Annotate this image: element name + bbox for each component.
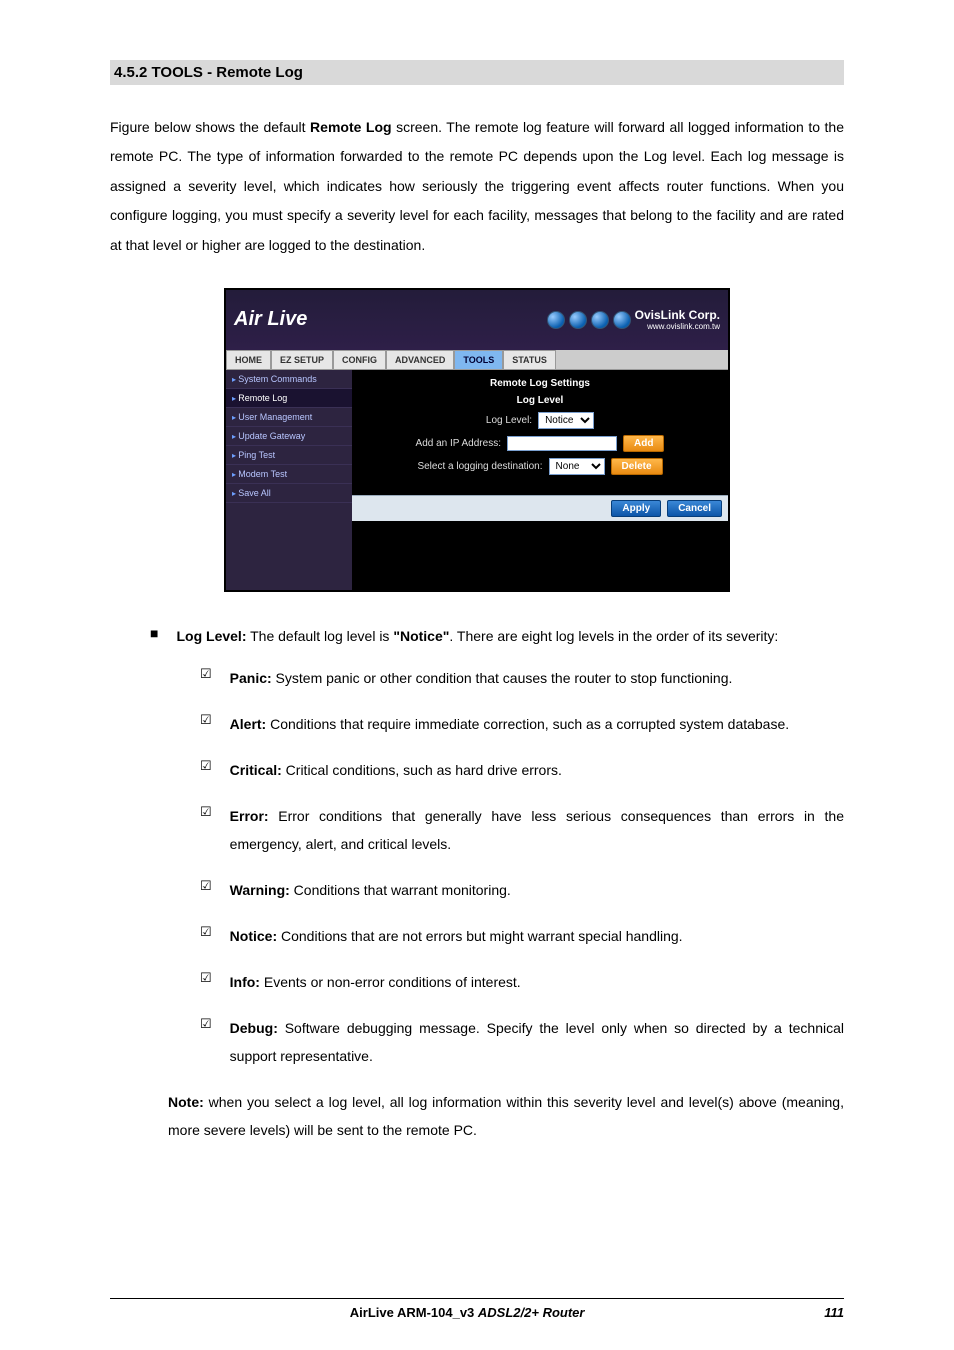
footer-product: AirLive ARM-104_v3 [350, 1305, 478, 1320]
add-ip-label: Add an IP Address: [416, 438, 501, 449]
level-item: ☑ Warning: Conditions that warrant monito… [200, 876, 844, 904]
top-tabs: HOME EZ SETUP CONFIG ADVANCED TOOLS STAT… [226, 350, 728, 370]
level-name: Debug: [230, 1020, 278, 1036]
intro-paragraph: Figure below shows the default Remote Lo… [110, 113, 844, 260]
destination-select[interactable]: None [549, 458, 605, 475]
level-name: Notice: [230, 928, 277, 944]
level-desc: Events or non-error conditions of intere… [260, 974, 521, 990]
level-desc: Conditions that are not errors but might… [277, 928, 682, 944]
intro-suffix: screen. The remote log feature will forw… [110, 119, 844, 253]
square-bullet-icon: ■ [150, 622, 158, 644]
destination-label: Select a logging destination: [417, 461, 542, 472]
sidebar-item-remote-log[interactable]: Remote Log [226, 389, 352, 408]
header-icon[interactable] [547, 311, 565, 329]
add-ip-input[interactable] [507, 436, 617, 451]
level-desc: Conditions that warrant monitoring. [290, 882, 511, 898]
checkbox-icon: ☑ [200, 922, 212, 943]
footer-model: ADSL2/2+ Router [478, 1305, 585, 1320]
logo-text: Air Live [234, 308, 307, 331]
footer-page-number: 111 [824, 1305, 844, 1320]
level-item: ☑ Critical: Critical conditions, such as … [200, 756, 844, 784]
log-level-label: Log Level: [486, 415, 532, 426]
main-bullet: ■ Log Level: The default log level is "N… [150, 622, 844, 650]
checkbox-icon: ☑ [200, 1014, 212, 1035]
level-item: ☑ Debug: Software debugging message. Spec… [200, 1014, 844, 1070]
level-item: ☑ Alert: Conditions that require immediat… [200, 710, 844, 738]
level-desc: System panic or other condition that cau… [272, 670, 733, 686]
level-desc: Software debugging message. Specify the … [230, 1020, 844, 1064]
sidebar-item-system-commands[interactable]: System Commands [226, 370, 352, 389]
cancel-button[interactable]: Cancel [667, 500, 722, 517]
tab-status[interactable]: STATUS [503, 350, 556, 369]
tab-config[interactable]: CONFIG [333, 350, 386, 369]
sidebar-item-save-all[interactable]: Save All [226, 484, 352, 503]
header-icon[interactable] [613, 311, 631, 329]
level-name: Panic: [230, 670, 272, 686]
button-bar: Apply Cancel [352, 495, 728, 521]
header-icon[interactable] [591, 311, 609, 329]
sidebar: System Commands Remote Log User Manageme… [226, 370, 352, 590]
header-icon[interactable] [569, 311, 587, 329]
sidebar-item-update-gateway[interactable]: Update Gateway [226, 427, 352, 446]
main-bullet-bold: "Notice" [393, 628, 449, 644]
level-desc: Conditions that require immediate correc… [266, 716, 789, 732]
tab-advanced[interactable]: ADVANCED [386, 350, 454, 369]
tab-ez-setup[interactable]: EZ SETUP [271, 350, 333, 369]
main-bullet-text1: The default log level is [246, 628, 393, 644]
log-level-select[interactable]: Notice [538, 412, 594, 429]
page-footer: AirLive ARM-104_v3 ADSL2/2+ Router 111 [110, 1298, 844, 1320]
note-label: Note: [168, 1094, 204, 1110]
ovislink-title: OvisLink Corp. [635, 308, 720, 322]
section-heading: 4.5.2 TOOLS - Remote Log [110, 60, 844, 85]
checkbox-icon: ☑ [200, 756, 212, 777]
level-desc: Critical conditions, such as hard drive … [282, 762, 562, 778]
checkbox-icon: ☑ [200, 802, 212, 823]
checkbox-icon: ☑ [200, 664, 212, 685]
main-bullet-label: Log Level: [176, 628, 246, 644]
checkbox-icon: ☑ [200, 968, 212, 989]
level-name: Info: [230, 974, 260, 990]
level-name: Error: [230, 808, 269, 824]
intro-prefix: Figure below shows the default [110, 119, 310, 135]
content-panel: Remote Log Settings Log Level Log Level:… [352, 370, 728, 590]
level-item: ☑ Error: Error conditions that generally … [200, 802, 844, 858]
sidebar-item-user-management[interactable]: User Management [226, 408, 352, 427]
apply-button[interactable]: Apply [611, 500, 661, 517]
intro-bold: Remote Log [310, 119, 392, 135]
tab-home[interactable]: HOME [226, 350, 271, 369]
note-block: Note: when you select a log level, all l… [110, 1088, 844, 1144]
sidebar-item-modem-test[interactable]: Modem Test [226, 465, 352, 484]
level-name: Alert: [230, 716, 267, 732]
tab-tools[interactable]: TOOLS [454, 350, 503, 369]
sidebar-item-ping-test[interactable]: Ping Test [226, 446, 352, 465]
footer-center: AirLive ARM-104_v3 ADSL2/2+ Router [350, 1305, 585, 1320]
main-bullet-text2: . There are eight log levels in the orde… [449, 628, 778, 644]
level-item: ☑ Notice: Conditions that are not errors … [200, 922, 844, 950]
checkbox-icon: ☑ [200, 876, 212, 897]
checkbox-icon: ☑ [200, 710, 212, 731]
delete-button[interactable]: Delete [611, 458, 663, 475]
level-name: Critical: [230, 762, 282, 778]
log-level-heading: Log Level [362, 395, 718, 406]
airlive-logo: Air Live [234, 308, 307, 331]
ovislink-url: www.ovislink.com.tw [635, 322, 720, 331]
panel-title: Remote Log Settings [362, 378, 718, 389]
level-desc: Error conditions that generally have les… [230, 808, 844, 852]
screenshot-header: Air Live OvisLink Corp. www.ovislink.com… [226, 290, 728, 350]
ovislink-branding: OvisLink Corp. www.ovislink.com.tw [635, 308, 720, 331]
level-name: Warning: [230, 882, 290, 898]
router-screenshot: Air Live OvisLink Corp. www.ovislink.com… [224, 288, 730, 592]
note-text: when you select a log level, all log inf… [168, 1094, 844, 1138]
level-item: ☑ Panic: System panic or other condition … [200, 664, 844, 692]
add-button[interactable]: Add [623, 435, 664, 452]
level-item: ☑ Info: Events or non-error conditions of… [200, 968, 844, 996]
